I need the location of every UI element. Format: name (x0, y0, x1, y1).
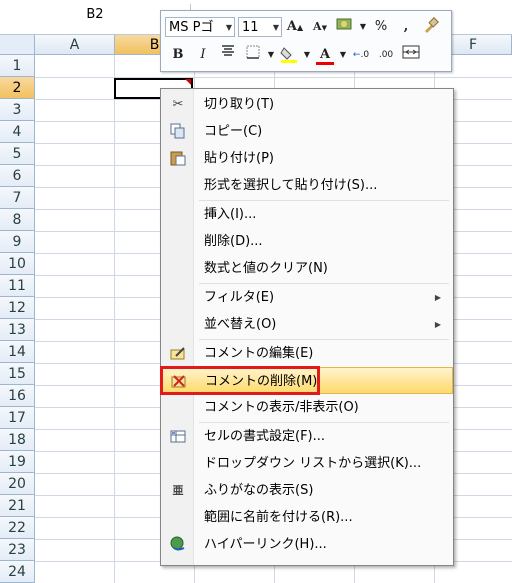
row-header[interactable]: 2 (0, 77, 35, 99)
merge-center-icon[interactable] (399, 44, 423, 66)
row-header[interactable]: 6 (0, 165, 35, 187)
row-header[interactable]: 4 (0, 121, 35, 143)
menu-item-sort[interactable]: 並べ替え(O) ▶ (161, 311, 453, 338)
row-header[interactable]: 11 (0, 275, 35, 297)
row-header[interactable]: 24 (0, 561, 35, 583)
increase-decimal-button[interactable]: ←.0 (349, 44, 373, 66)
comma-style-button[interactable]: , (394, 16, 418, 38)
fill-color-icon[interactable] (277, 44, 301, 66)
column-header-a[interactable]: A (35, 35, 115, 55)
menu-item-format-cells[interactable]: セルの書式設定(F)... (161, 423, 453, 450)
edit-comment-icon (169, 345, 187, 363)
menu-item-edit-comment[interactable]: コメントの編集(E) (161, 340, 453, 367)
row-header[interactable]: 23 (0, 539, 35, 561)
center-align-icon[interactable] (216, 44, 240, 66)
bold-button[interactable]: B (166, 44, 190, 66)
decrease-decimal-button[interactable]: .00 (374, 44, 398, 66)
percent-style-button[interactable]: % (369, 16, 393, 38)
menu-item-paste-special[interactable]: 形式を選択して貼り付け(S)... (161, 172, 453, 199)
italic-button[interactable]: I (191, 44, 215, 66)
furigana-icon: 亜 (172, 484, 184, 497)
chevron-down-icon: ▼ (225, 23, 232, 32)
font-name-select[interactable]: MS Pゴ ▼ (165, 17, 235, 37)
comment-indicator (185, 79, 191, 85)
row-header[interactable]: 1 (0, 55, 35, 77)
menu-item-delete[interactable]: 削除(D)... (161, 228, 453, 255)
chevron-down-icon: ▼ (272, 23, 279, 32)
menu-item-show-hide-comment[interactable]: コメントの表示/非表示(O) (161, 394, 453, 421)
paste-icon (169, 150, 187, 168)
row-header[interactable]: 21 (0, 495, 35, 517)
row-header[interactable]: 19 (0, 451, 35, 473)
cut-icon: ✂ (172, 97, 184, 112)
menu-item-show-furigana[interactable]: 亜 ふりがなの表示(S) (161, 477, 453, 504)
submenu-arrow-icon: ▶ (434, 293, 441, 302)
row-header[interactable]: 17 (0, 407, 35, 429)
menu-item-pick-from-list[interactable]: ドロップダウン リストから選択(K)... (161, 450, 453, 477)
select-all-corner[interactable] (0, 35, 35, 55)
row-header[interactable]: 3 (0, 99, 35, 121)
menu-item-insert[interactable]: 挿入(I)... (161, 201, 453, 228)
row-header[interactable]: 16 (0, 385, 35, 407)
row-header[interactable]: 8 (0, 209, 35, 231)
row-header[interactable]: 20 (0, 473, 35, 495)
chevron-down-icon[interactable]: ▼ (358, 16, 368, 38)
borders-icon[interactable] (241, 44, 265, 66)
chevron-down-icon[interactable]: ▼ (266, 44, 276, 66)
accounting-format-icon[interactable] (333, 16, 357, 38)
row-header[interactable]: 14 (0, 341, 35, 363)
menu-item-filter[interactable]: フィルタ(E) ▶ (161, 284, 453, 311)
row-header[interactable]: 9 (0, 231, 35, 253)
context-menu: ✂ 切り取り(T) コピー(C) 貼り付け(P) 形式を選択して貼り付け(S).… (160, 88, 454, 566)
mini-toolbar: MS Pゴ ▼ 11 ▼ A▲ A▼ ▼ % , B I ▼ ▼ A ▼ ←.0… (160, 10, 452, 72)
font-size-select[interactable]: 11 ▼ (238, 17, 282, 37)
row-header[interactable]: 13 (0, 319, 35, 341)
menu-item-define-name[interactable]: 範囲に名前を付ける(R)... (161, 504, 453, 531)
hyperlink-icon (169, 536, 187, 554)
format-cells-icon (169, 428, 187, 446)
font-color-button[interactable]: A (313, 44, 337, 66)
row-header[interactable]: 22 (0, 517, 35, 539)
format-painter-icon[interactable] (419, 16, 443, 38)
chevron-down-icon[interactable]: ▼ (302, 44, 312, 66)
grow-font-button[interactable]: A▲ (283, 16, 307, 38)
menu-item-hyperlink[interactable]: ハイパーリンク(H)... (161, 531, 453, 558)
highlight-annotation-box (160, 366, 320, 395)
row-header[interactable]: 10 (0, 253, 35, 275)
menu-item-cut[interactable]: ✂ 切り取り(T) (161, 91, 453, 118)
submenu-arrow-icon: ▶ (434, 320, 441, 329)
menu-item-clear-contents[interactable]: 数式と値のクリア(N) (161, 255, 453, 282)
row-header[interactable]: 7 (0, 187, 35, 209)
row-header[interactable]: 5 (0, 143, 35, 165)
shrink-font-button[interactable]: A▼ (308, 16, 332, 38)
row-header[interactable]: 12 (0, 297, 35, 319)
menu-item-copy[interactable]: コピー(C) (161, 118, 453, 145)
row-header[interactable]: 18 (0, 429, 35, 451)
menu-item-paste[interactable]: 貼り付け(P) (161, 145, 453, 172)
chevron-down-icon[interactable]: ▼ (338, 44, 348, 66)
row-header[interactable]: 15 (0, 363, 35, 385)
copy-icon (169, 123, 187, 141)
